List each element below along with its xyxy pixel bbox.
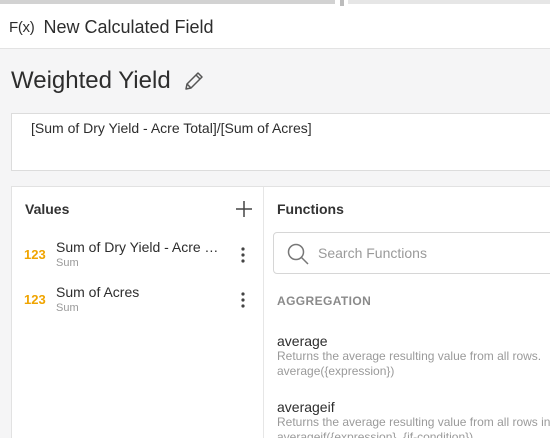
editor-panels: Values 123 Sum of Dry Yield - Acre Total… <box>11 186 550 438</box>
function-description: Returns the average resulting value from… <box>277 349 542 363</box>
background-scrollbar <box>0 0 335 4</box>
search-box[interactable] <box>273 232 550 274</box>
calculated-field-dialog: F(x) New Calculated Field Weighted Yield… <box>0 6 550 438</box>
pencil-icon[interactable] <box>183 70 205 92</box>
function-description: Returns the average resulting value from… <box>277 415 550 429</box>
value-name: Sum of Dry Yield - Acre Total <box>56 239 224 255</box>
function-icon: F(x) <box>9 18 35 36</box>
expression-text: [Sum of Dry Yield - Acre Total]/[Sum of … <box>31 120 312 136</box>
values-title: Values <box>25 201 70 217</box>
search-icon <box>286 242 310 266</box>
dialog-title: New Calculated Field <box>43 16 214 37</box>
number-type-icon: 123 <box>24 247 46 262</box>
value-item[interactable]: 123 Sum of Acres Sum <box>12 283 263 323</box>
number-type-icon: 123 <box>24 292 46 307</box>
field-name-row: Weighted Yield <box>11 64 205 98</box>
section-label: AGGREGATION <box>277 294 372 308</box>
value-aggregation: Sum <box>56 257 79 269</box>
search-input[interactable] <box>318 241 550 265</box>
kebab-icon[interactable] <box>236 291 250 309</box>
function-item[interactable]: averageif Returns the average resulting … <box>277 399 550 438</box>
background-header <box>348 0 550 4</box>
value-aggregation: Sum <box>56 302 79 314</box>
field-name: Weighted Yield <box>11 67 171 94</box>
value-name: Sum of Acres <box>56 284 140 300</box>
values-panel: Values 123 Sum of Dry Yield - Acre Total… <box>12 187 263 438</box>
function-syntax: average({expression}) <box>277 364 395 378</box>
functions-title: Functions <box>277 201 344 217</box>
function-item[interactable]: average Returns the average resulting va… <box>277 333 550 379</box>
function-syntax: averageif({expression}, {if-condition}) <box>277 430 474 438</box>
function-name: averageif <box>277 399 335 415</box>
value-item[interactable]: 123 Sum of Dry Yield - Acre Total Sum <box>12 238 263 278</box>
kebab-icon[interactable] <box>236 246 250 264</box>
functions-panel: Functions AGGREGATION average Returns th… <box>264 187 550 438</box>
plus-icon[interactable] <box>234 199 254 219</box>
expression-editor[interactable]: [Sum of Dry Yield - Acre Total]/[Sum of … <box>11 113 550 171</box>
function-name: average <box>277 333 328 349</box>
dialog-header: F(x) New Calculated Field <box>0 6 550 49</box>
